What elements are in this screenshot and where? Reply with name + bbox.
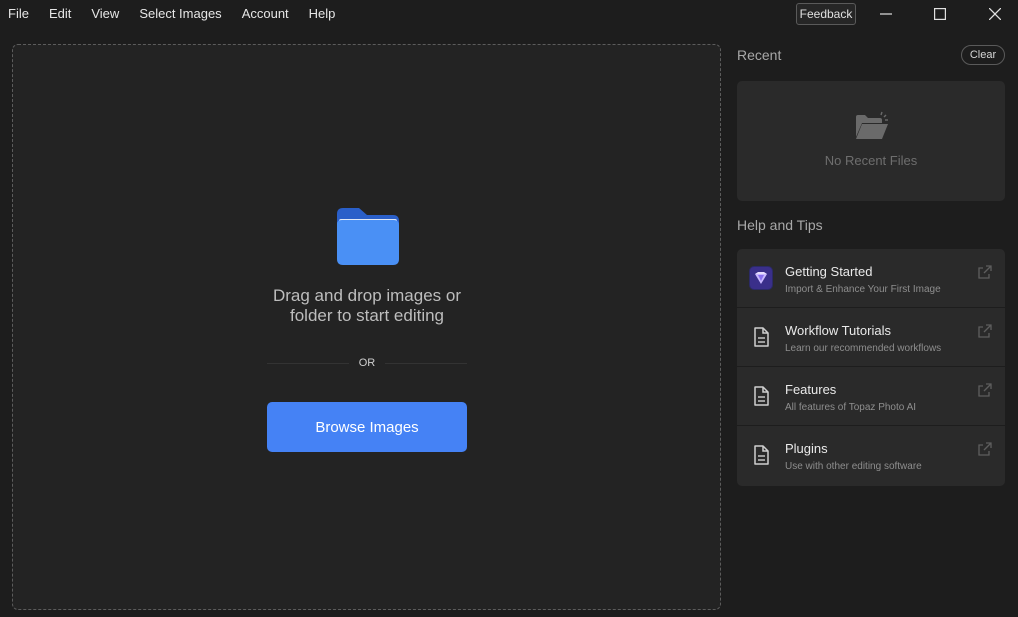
tip-subtitle: Learn our recommended workflows: [785, 343, 942, 354]
menu-select-images[interactable]: Select Images: [139, 0, 221, 28]
recent-files-panel: No Recent Files: [737, 81, 1005, 201]
drop-instructions-line2: folder to start editing: [289, 306, 445, 325]
document-icon: [754, 327, 769, 347]
minimize-icon: [880, 13, 892, 15]
title-bar: File Edit View Select Images Account Hel…: [0, 0, 1018, 28]
menu-view[interactable]: View: [91, 0, 119, 28]
document-icon: [754, 445, 769, 465]
tip-subtitle: All features of Topaz Photo AI: [785, 402, 917, 413]
tip-subtitle: Import & Enhance Your First Image: [785, 284, 941, 295]
drop-instructions: Drag and drop images or folder to start …: [217, 286, 517, 326]
close-icon: [989, 8, 1001, 20]
clear-recent-button[interactable]: Clear: [961, 45, 1005, 65]
tip-plugins[interactable]: Plugins Use with other editing software: [737, 426, 1005, 486]
external-link-icon: [978, 383, 992, 397]
tip-title: Getting Started: [785, 264, 873, 279]
tip-features[interactable]: Features All features of Topaz Photo AI: [737, 367, 1005, 426]
recent-title: Recent: [737, 47, 782, 63]
tip-title: Workflow Tutorials: [785, 323, 891, 338]
menu-file[interactable]: File: [8, 0, 29, 28]
minimize-button[interactable]: [863, 0, 909, 28]
menu-account[interactable]: Account: [242, 0, 289, 28]
menu-bar: File Edit View Select Images Account Hel…: [0, 0, 335, 28]
no-recent-files-text: No Recent Files: [824, 153, 918, 168]
tip-workflow-tutorials[interactable]: Workflow Tutorials Learn our recommended…: [737, 308, 1005, 367]
topaz-gem-icon: [749, 266, 773, 290]
maximize-button[interactable]: [917, 0, 963, 28]
external-link-icon: [978, 265, 992, 279]
tip-title: Features: [785, 382, 837, 397]
maximize-icon: [934, 8, 946, 20]
tip-title: Plugins: [785, 441, 828, 456]
drop-instructions-line1: Drag and drop images or: [272, 286, 462, 305]
menu-edit[interactable]: Edit: [49, 0, 71, 28]
open-folder-icon: [856, 111, 888, 139]
close-button[interactable]: [972, 0, 1018, 28]
or-label: OR: [358, 357, 376, 369]
external-link-icon: [978, 324, 992, 338]
tip-getting-started[interactable]: Getting Started Import & Enhance Your Fi…: [737, 249, 1005, 308]
help-tips-list: Getting Started Import & Enhance Your Fi…: [737, 249, 1005, 486]
document-icon: [754, 386, 769, 406]
external-link-icon: [978, 442, 992, 456]
browse-images-button[interactable]: Browse Images: [267, 402, 467, 452]
divider-line: [267, 362, 349, 364]
folder-icon: [337, 208, 399, 265]
menu-help[interactable]: Help: [309, 0, 336, 28]
feedback-button[interactable]: Feedback: [796, 3, 856, 25]
app-window: File Edit View Select Images Account Hel…: [0, 0, 1018, 617]
help-and-tips-title: Help and Tips: [737, 217, 823, 233]
tip-subtitle: Use with other editing software: [785, 461, 922, 472]
or-divider: OR: [267, 355, 467, 371]
divider-line: [385, 362, 467, 364]
drop-zone[interactable]: Drag and drop images or folder to start …: [12, 44, 721, 610]
